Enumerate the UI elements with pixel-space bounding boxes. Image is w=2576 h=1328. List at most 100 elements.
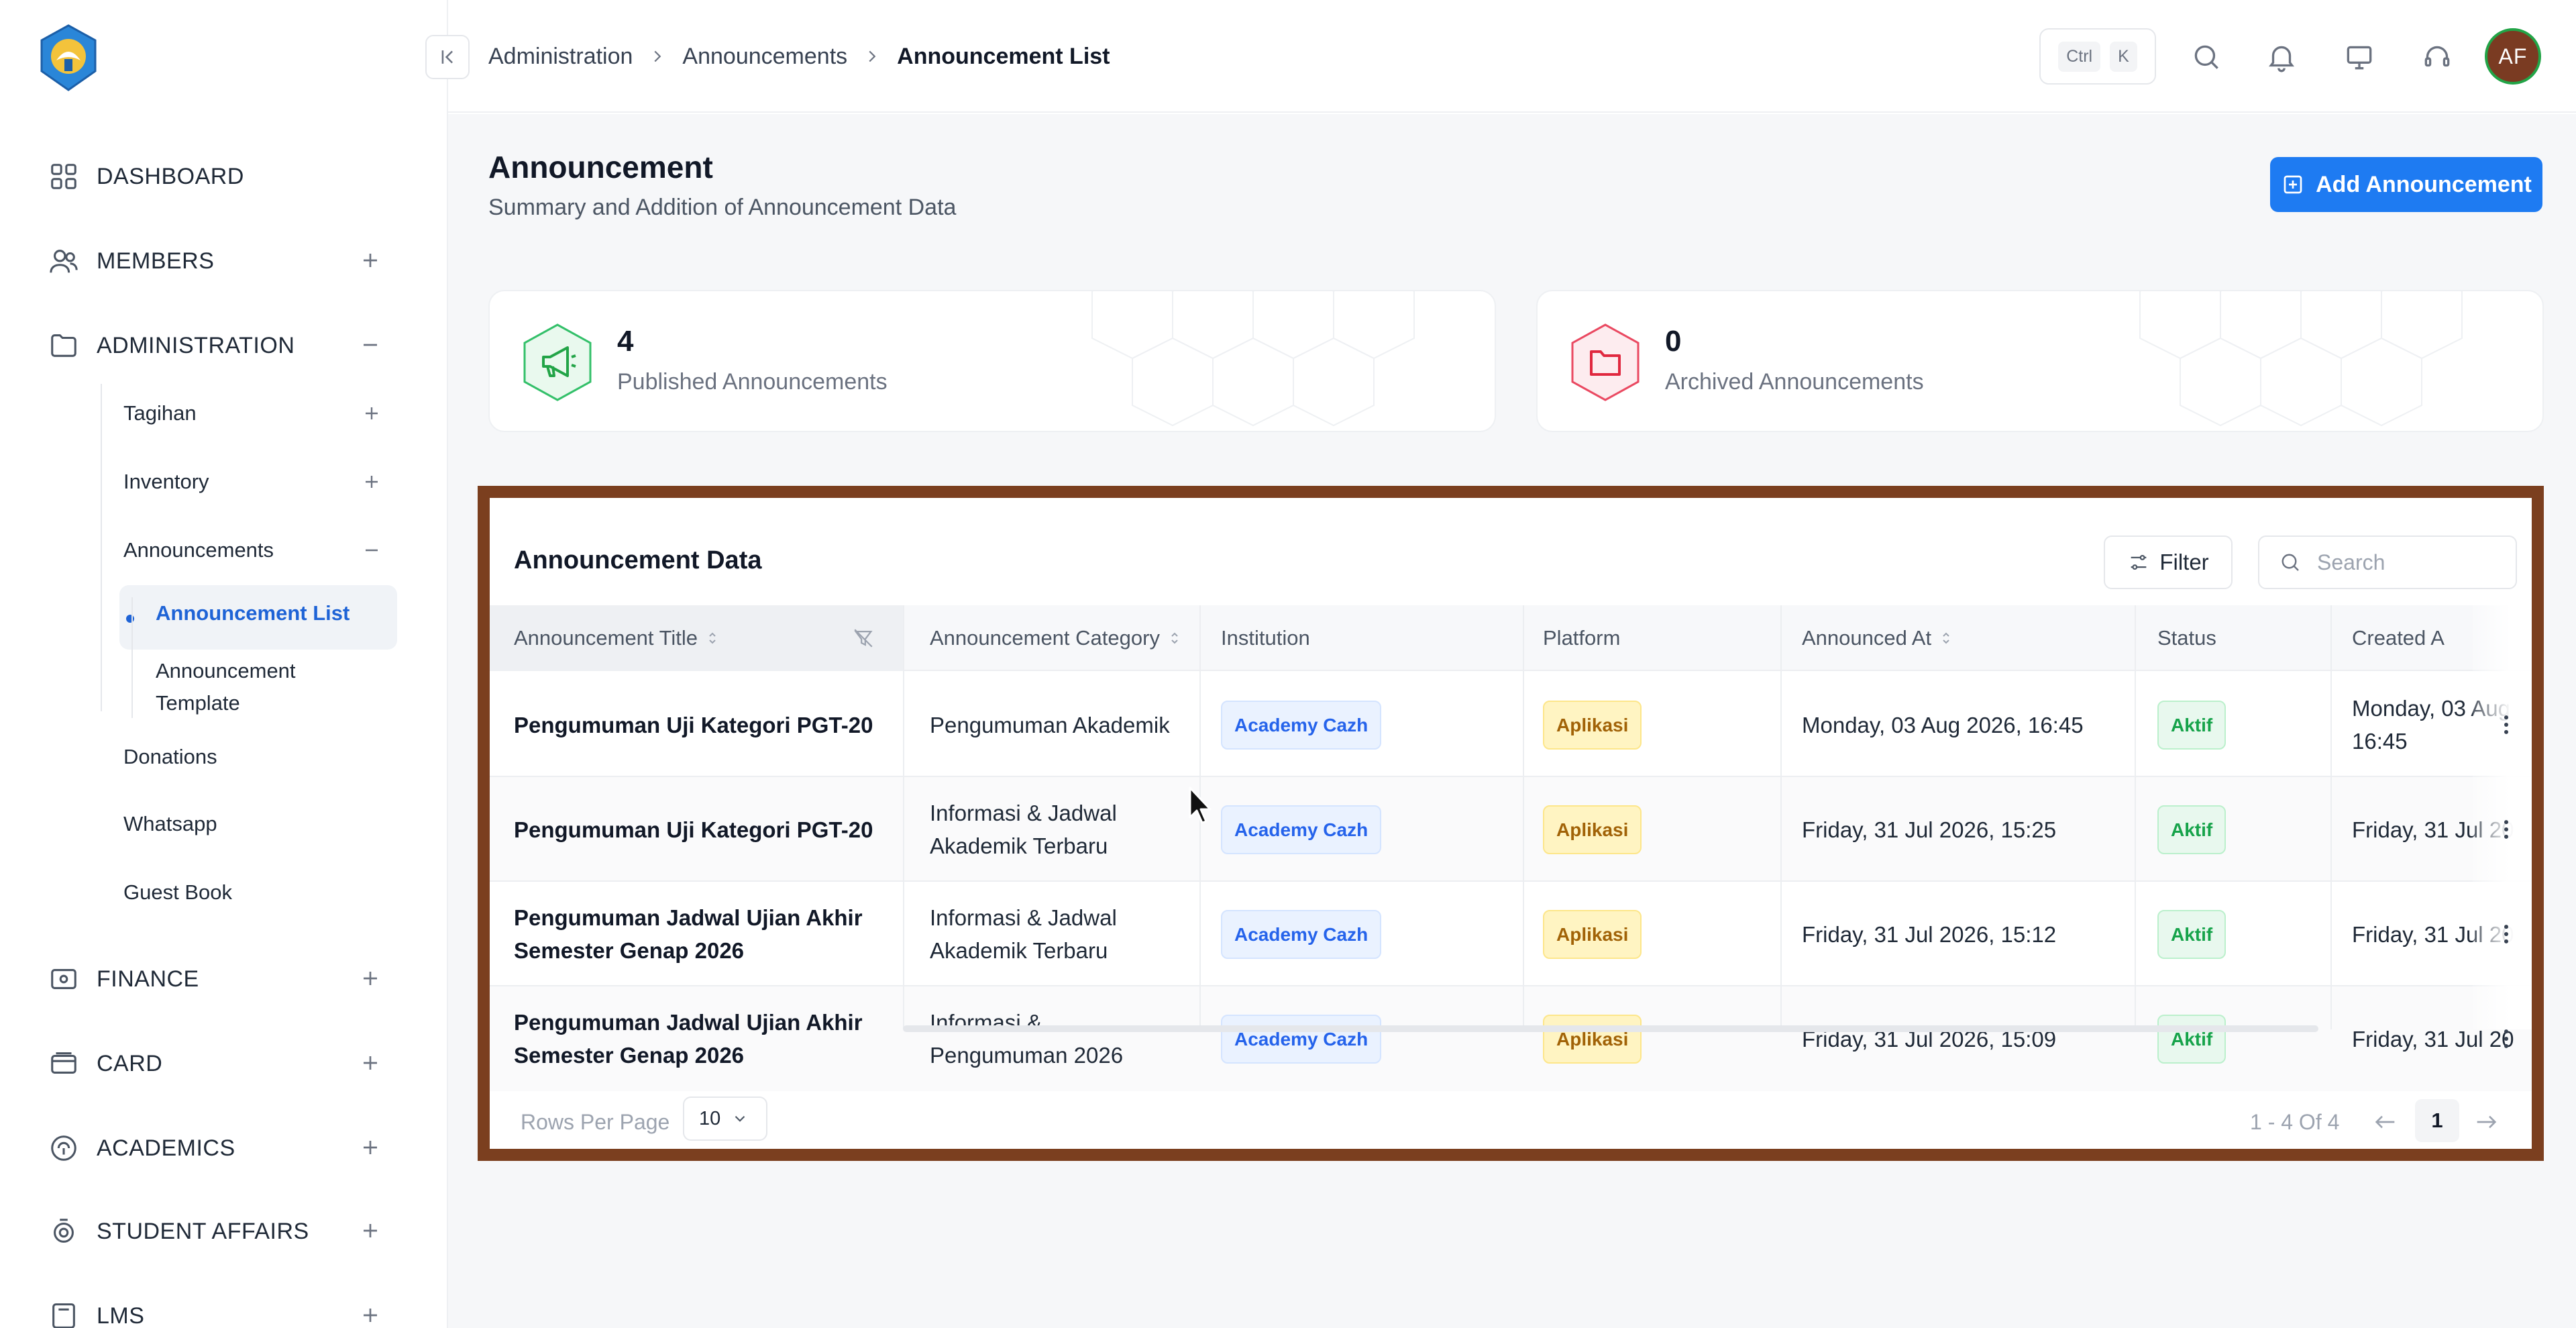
cell-status: Aktif [2157,672,2226,777]
archive-folder-icon [1567,322,1644,403]
minus-icon[interactable] [360,538,384,562]
column-header-status[interactable]: Status [2157,605,2216,671]
cell-institution: Academy Cazh [1221,986,1382,1091]
plus-icon[interactable] [357,1050,384,1076]
table-row[interactable]: Pengumuman Jadwal Ujian Akhir Semester G… [490,986,2532,1091]
published-count: 4 [617,325,634,358]
plus-icon[interactable] [357,1217,384,1244]
platform-badge: Aplikasi [1543,805,1642,854]
sort-icon[interactable] [1938,630,1954,646]
archived-label: Archived Announcements [1665,369,1924,395]
table-row[interactable]: Pengumuman Jadwal Ujian Akhir Semester G… [490,882,2532,986]
stat-card-published: 4 Published Announcements [488,290,1496,432]
cell-institution: Academy Cazh [1221,672,1382,777]
sidebar-item-dashboard[interactable]: DASHBOARD [48,153,397,200]
sidebar-subitem-label: Inventory [123,470,209,493]
arrow-right-icon[interactable] [2471,1109,2501,1135]
plus-icon[interactable] [357,247,384,274]
sidebar-subitem-label[interactable]: Announcement List [156,601,350,625]
minus-icon[interactable] [357,331,384,358]
sidebar-subitem-inventory[interactable]: Inventory [123,462,398,502]
page-button-current[interactable]: 1 [2415,1099,2459,1142]
plus-icon[interactable] [360,470,384,494]
collapse-icon [436,46,459,68]
add-announcement-label: Add Announcement [2316,171,2532,197]
institution-badge: Academy Cazh [1221,1014,1382,1064]
column-header-created-at[interactable]: Created A [2352,605,2445,671]
sidebar-subitem-label: Announcements [123,538,274,562]
institution-badge: Academy Cazh [1221,700,1382,750]
sort-icon[interactable] [1167,630,1183,646]
active-indicator [126,615,134,623]
avatar[interactable]: AF [2485,28,2541,85]
plus-square-icon [2281,172,2305,197]
table-row[interactable]: Pengumuman Uji Kategori PGT-20 Informasi… [490,777,2532,882]
search-icon[interactable] [2190,40,2223,74]
table-row[interactable]: Pengumuman Uji Kategori PGT-20 Pengumuma… [490,672,2532,777]
collapse-sidebar-button[interactable] [425,35,470,79]
plus-icon[interactable] [360,401,384,425]
folder-icon [48,330,79,361]
app-logo[interactable] [34,23,103,93]
sidebar-item-finance[interactable]: FINANCE [48,956,397,1003]
sidebar-item-student-affairs[interactable]: STUDENT AFFAIRS [48,1208,397,1255]
more-vertical-icon[interactable] [2493,921,2520,948]
horizontal-scrollbar[interactable] [903,1025,2318,1032]
column-header-announced-at[interactable]: Announced At [1802,605,1954,671]
sidebar-subitem-donations[interactable]: Donations [123,737,398,777]
arrow-left-icon[interactable] [2371,1109,2400,1135]
filter-off-icon[interactable] [852,605,875,671]
more-vertical-icon[interactable] [2493,711,2520,738]
cell-category: Informasi & Pengumuman 2026 [930,1010,1124,1068]
sidebar-subitem-label: Guest Book [123,880,232,904]
sidebar-item-label: CARD [97,1050,163,1076]
rows-per-page-value: 10 [699,1107,721,1129]
page-title: Announcement [488,150,713,185]
rows-per-page-select[interactable]: 10 [683,1096,767,1141]
plus-icon[interactable] [357,965,384,992]
more-vertical-icon[interactable] [2493,816,2520,843]
sidebar-subitem-tagihan[interactable]: Tagihan [123,393,398,433]
sidebar-subitem-announcements[interactable]: Announcements [123,530,398,570]
cell-status: Aktif [2157,882,2226,986]
hex-pattern-decoration [1091,291,1415,427]
sidebar-item-label: LMS [97,1303,145,1328]
sidebar-item-administration[interactable]: ADMINISTRATION [48,322,397,369]
headset-icon[interactable] [2420,40,2454,74]
search-input[interactable] [2316,549,2504,576]
breadcrumb-item[interactable]: Administration [488,44,633,70]
sidebar-subitem-whatsapp[interactable]: Whatsapp [123,804,398,844]
column-header-label: Institution [1221,626,1310,650]
sidebar-item-card[interactable]: CARD [48,1040,397,1087]
sidebar-item-members[interactable]: MEMBERS [48,238,397,285]
sidebar-subitem-announcement-template[interactable]: Announcement Template [156,655,357,719]
pagination-info: 1 - 4 Of 4 [2250,1110,2340,1134]
breadcrumb-item[interactable]: Announcements [682,44,847,70]
submenu-guide-line [101,384,102,711]
sidebar-item-lms[interactable]: LMS [48,1292,397,1328]
column-header-platform[interactable]: Platform [1543,605,1620,671]
column-divider [2330,605,2332,1029]
add-announcement-button[interactable]: Add Announcement [2270,157,2542,212]
more-vertical-icon[interactable] [2493,1025,2520,1052]
cell-announced-at: Friday, 31 Jul 2026, 15:12 [1802,921,2057,947]
plus-icon[interactable] [357,1134,384,1161]
sort-icon[interactable] [704,630,720,646]
sidebar-item-academics[interactable]: ACADEMICS [48,1125,397,1172]
megaphone-icon [519,322,596,403]
platform-badge: Aplikasi [1543,1014,1642,1064]
column-header-institution[interactable]: Institution [1221,605,1310,671]
stat-card-archived: 0 Archived Announcements [1536,290,2544,432]
status-badge: Aktif [2157,909,2226,959]
filter-button[interactable]: Filter [2104,535,2233,589]
command-palette-shortcut[interactable]: Ctrl K [2039,28,2156,85]
monitor-icon[interactable] [2343,40,2376,74]
sidebar-item-label: ADMINISTRATION [97,332,295,358]
sidebar-subitem-guest-book[interactable]: Guest Book [123,872,398,913]
bell-icon[interactable] [2265,40,2298,74]
table-search[interactable] [2258,535,2517,589]
plus-icon[interactable] [357,1302,384,1328]
column-header-category[interactable]: Announcement Category [930,605,1183,671]
sliders-icon [2127,551,2150,574]
column-header-title[interactable]: Announcement Title [514,605,720,671]
